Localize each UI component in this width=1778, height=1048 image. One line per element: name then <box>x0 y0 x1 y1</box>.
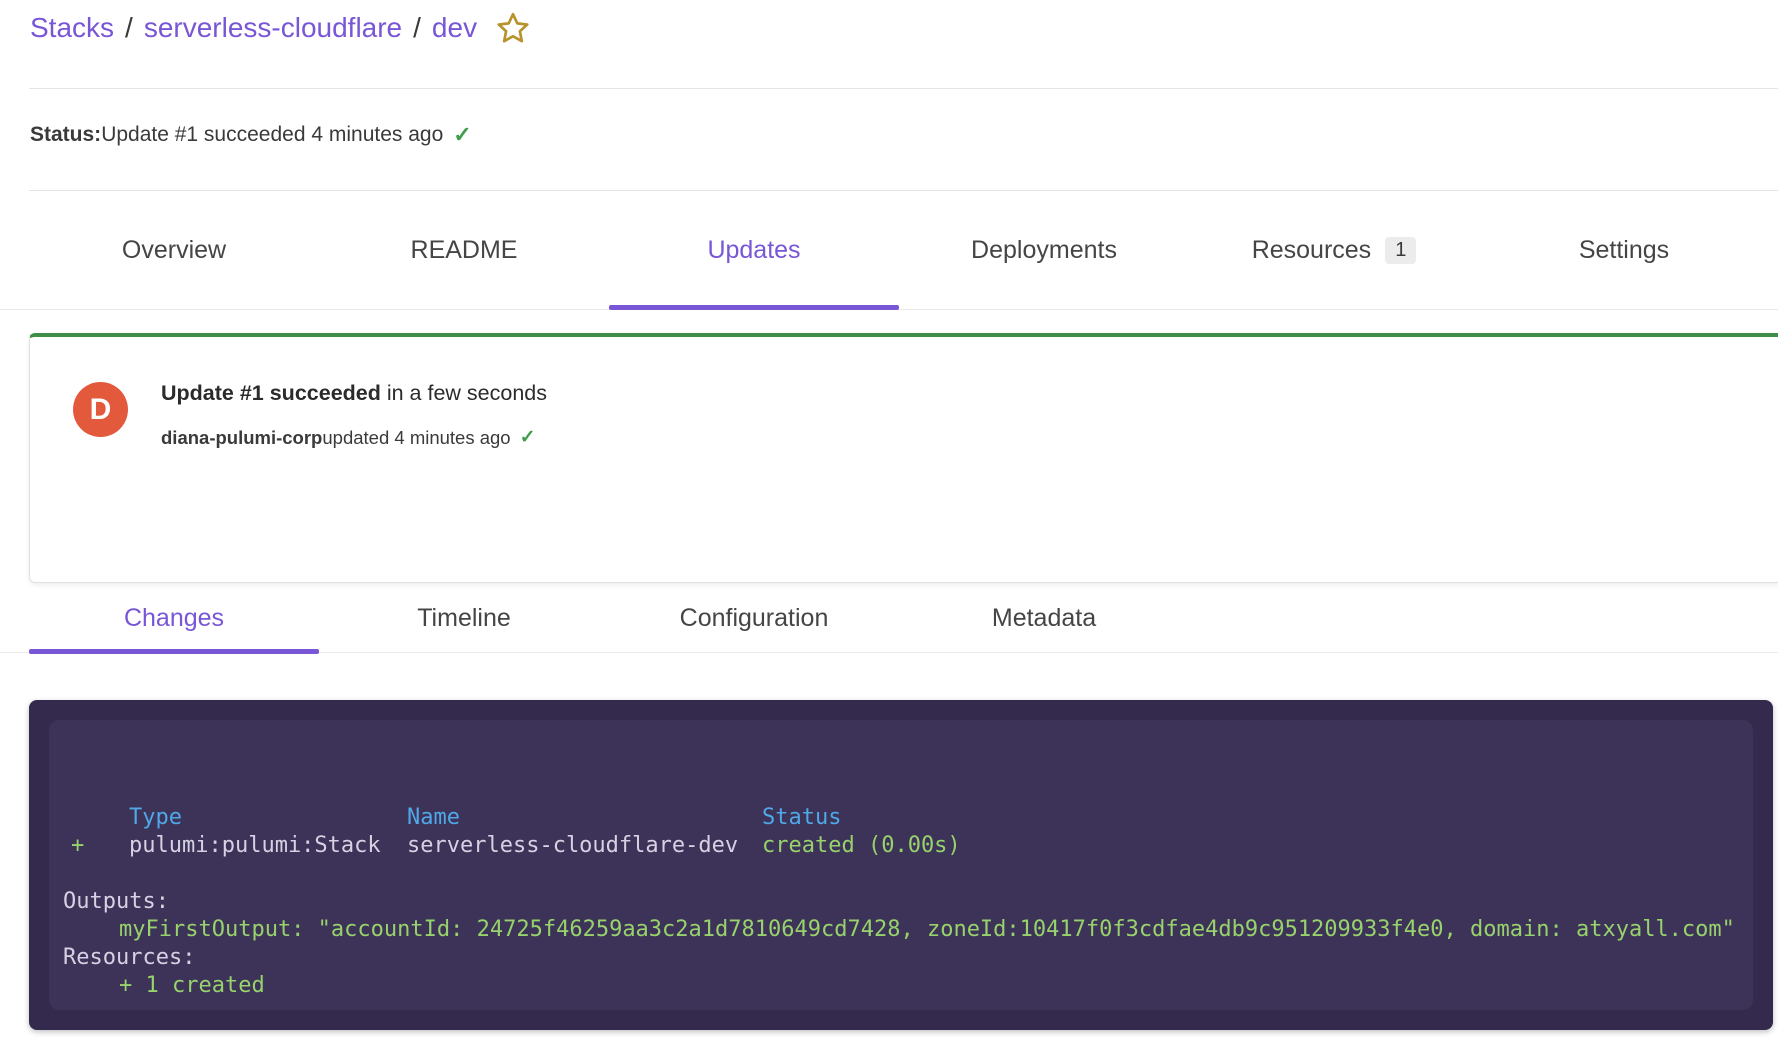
tab-label: README <box>411 236 518 265</box>
terminal-resources-label: Resources: <box>63 944 195 972</box>
tab-readme[interactable]: README <box>319 191 609 309</box>
update-detail-tab-bar: Changes Timeline Configuration Metadata <box>0 583 1778 653</box>
update-title-bold: Update #1 succeeded <box>161 381 381 405</box>
tab-deployments[interactable]: Deployments <box>899 191 1189 309</box>
tab-label: Metadata <box>992 604 1096 633</box>
terminal-panel <box>49 720 1753 1010</box>
terminal-output-value: myFirstOutput: "accountId: 24725f46259aa… <box>119 916 1735 944</box>
tab-configuration[interactable]: Configuration <box>609 583 899 653</box>
tab-changes[interactable]: Changes <box>29 583 319 653</box>
stack-update-page: Stacks / serverless-cloudflare / dev Sta… <box>0 0 1778 1048</box>
tab-updates[interactable]: Updates <box>609 191 899 309</box>
tab-label: Changes <box>124 604 224 633</box>
terminal-resource-name: serverless-cloudflare-dev <box>407 832 738 860</box>
update-title-duration: in a few seconds <box>381 381 547 405</box>
tab-metadata[interactable]: Metadata <box>899 583 1189 653</box>
tab-resources[interactable]: Resources 1 <box>1189 191 1479 309</box>
update-card-subtitle: diana-pulumi-corp updated 4 minutes ago … <box>161 426 536 449</box>
status-label: Status: <box>30 123 101 147</box>
terminal-resources-summary: + 1 created <box>119 972 265 1000</box>
stack-status-line: Status: Update #1 succeeded 4 minutes ag… <box>30 122 472 148</box>
tab-settings[interactable]: Settings <box>1479 191 1769 309</box>
divider <box>29 88 1778 89</box>
terminal-outputs-label: Outputs: <box>63 888 169 916</box>
terminal-col-header-status: Status <box>762 804 841 832</box>
success-check-icon: ✓ <box>520 426 536 449</box>
breadcrumb: Stacks / serverless-cloudflare / dev <box>30 10 531 46</box>
update-time: updated 4 minutes ago <box>322 427 510 449</box>
tab-label: Deployments <box>971 236 1117 265</box>
user-avatar: D <box>73 382 128 437</box>
tab-label: Updates <box>707 236 800 265</box>
tab-label: Resources <box>1252 236 1372 265</box>
update-author: diana-pulumi-corp <box>161 427 322 449</box>
breadcrumb-stacks-link[interactable]: Stacks <box>30 12 114 44</box>
active-tab-underline <box>29 649 319 654</box>
update-card-title: Update #1 succeeded in a few seconds <box>161 381 547 406</box>
breadcrumb-stack-link[interactable]: dev <box>432 12 477 44</box>
terminal-resource-status: created (0.00s) <box>762 832 961 860</box>
resources-count-badge: 1 <box>1385 237 1416 264</box>
breadcrumb-project-link[interactable]: serverless-cloudflare <box>144 12 402 44</box>
breadcrumb-separator: / <box>413 12 421 44</box>
status-text: Update #1 succeeded 4 minutes ago <box>101 123 443 147</box>
terminal-create-op: + <box>71 832 84 860</box>
update-changes-terminal: Type Name Status + pulumi:pulumi:Stack s… <box>29 700 1773 1030</box>
tab-timeline[interactable]: Timeline <box>319 583 609 653</box>
tab-label: Configuration <box>680 604 829 633</box>
terminal-col-header-type: Type <box>129 804 182 832</box>
terminal-col-header-name: Name <box>407 804 460 832</box>
active-tab-underline <box>609 305 899 310</box>
tab-label: Settings <box>1579 236 1669 265</box>
tab-overview[interactable]: Overview <box>29 191 319 309</box>
update-summary-card[interactable]: D Update #1 succeeded in a few seconds d… <box>29 333 1778 583</box>
tab-label: Timeline <box>417 604 511 633</box>
breadcrumb-separator: / <box>125 12 133 44</box>
stack-tab-bar: Overview README Updates Deployments Reso… <box>0 191 1778 310</box>
success-check-icon: ✓ <box>453 122 471 148</box>
terminal-resource-type: pulumi:pulumi:Stack <box>129 832 381 860</box>
favorite-star-icon[interactable] <box>495 10 531 46</box>
tab-label: Overview <box>122 236 226 265</box>
